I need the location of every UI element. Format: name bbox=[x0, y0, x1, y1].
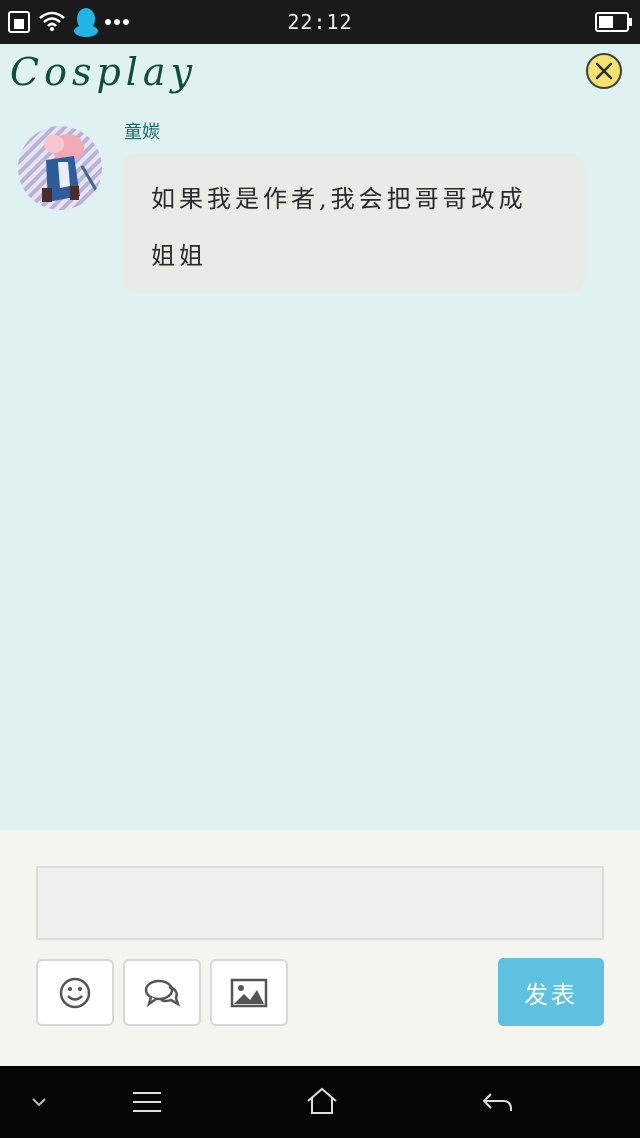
chat-bubbles-icon bbox=[144, 979, 181, 1007]
chevron-down-icon[interactable] bbox=[30, 1096, 48, 1108]
close-button[interactable] bbox=[586, 53, 622, 89]
emoji-button[interactable] bbox=[36, 959, 114, 1026]
message-input[interactable] bbox=[36, 866, 604, 940]
message-bubble: 如果我是作者,我会把哥哥改成姐姐 bbox=[121, 153, 585, 293]
close-icon bbox=[595, 62, 613, 80]
avatar-image bbox=[18, 126, 102, 210]
battery-icon bbox=[595, 12, 632, 32]
emoji-icon bbox=[59, 977, 91, 1008]
status-time: 22:12 bbox=[287, 10, 353, 34]
avatar[interactable] bbox=[18, 126, 102, 210]
sender-name: 童㛶 bbox=[124, 122, 160, 143]
home-icon[interactable] bbox=[305, 1086, 339, 1116]
message-text: 如果我是作者,我会把哥哥改成姐姐 bbox=[151, 185, 527, 270]
composer-panel: 发表 bbox=[0, 830, 640, 1066]
navigation-bar bbox=[0, 1066, 640, 1138]
menu-icon[interactable] bbox=[131, 1090, 163, 1114]
status-bar: 22:12 bbox=[0, 0, 640, 44]
chat-button[interactable] bbox=[123, 959, 201, 1026]
image-button[interactable] bbox=[210, 959, 288, 1026]
send-button[interactable]: 发表 bbox=[498, 958, 604, 1026]
page-title: Cosplay bbox=[10, 50, 198, 94]
back-icon[interactable] bbox=[481, 1090, 515, 1114]
image-icon bbox=[230, 978, 268, 1007]
